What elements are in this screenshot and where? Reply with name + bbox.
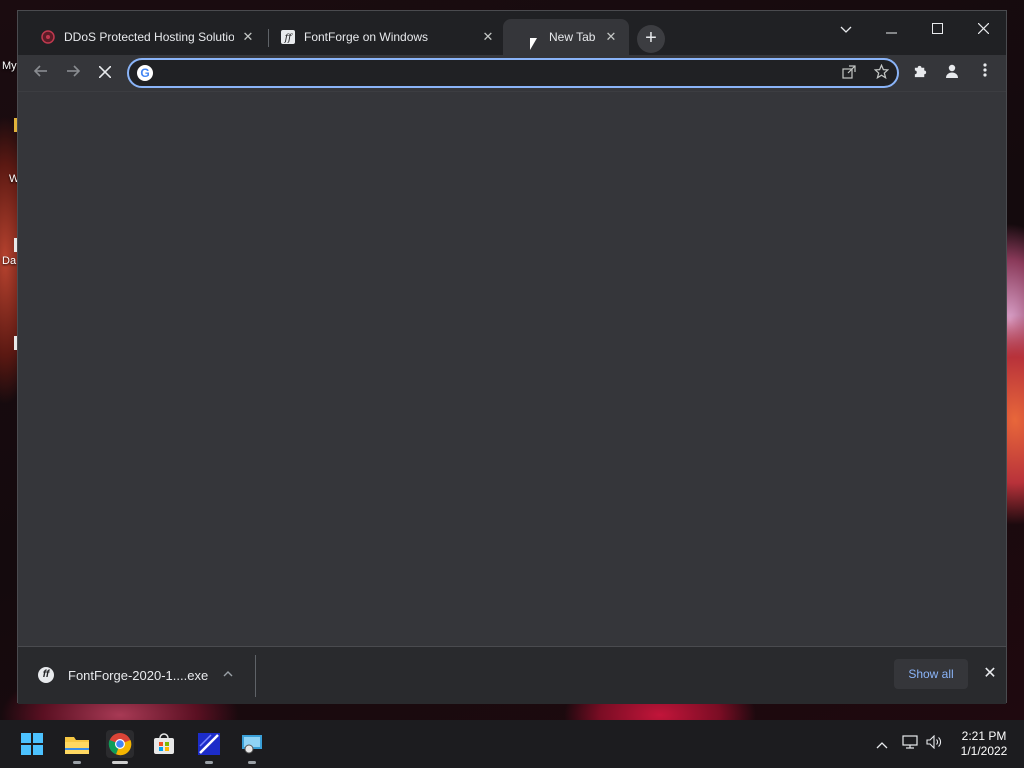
close-shelf-button[interactable]: ✕ (980, 664, 1000, 684)
download-file-name: FontForge-2020-1....exe (68, 668, 209, 683)
tab-new-tab[interactable]: New Tab ✕ (503, 19, 629, 55)
store-icon[interactable] (150, 730, 178, 758)
download-item[interactable]: ff FontForge-2020-1....exe (18, 647, 255, 705)
forward-button[interactable] (61, 61, 85, 85)
star-icon[interactable] (871, 63, 891, 84)
volume-icon[interactable] (924, 734, 944, 754)
active-indicator (112, 761, 128, 764)
address-input[interactable] (159, 63, 819, 83)
close-window-button[interactable] (968, 17, 998, 41)
chrome-icon[interactable] (106, 730, 134, 764)
running-indicator (248, 761, 256, 764)
chevron-up-icon[interactable] (872, 734, 892, 754)
google-icon: G (137, 65, 153, 81)
tab-strip: DDoS Protected Hosting Solution ✕ ff Fon… (18, 11, 1006, 55)
back-button[interactable] (29, 61, 53, 85)
fontforge-app-icon[interactable] (195, 730, 223, 764)
tab-title: DDoS Protected Hosting Solution (64, 30, 234, 44)
page-content-area (18, 91, 1006, 646)
tab-title: New Tab (549, 30, 596, 44)
tab-fontforge[interactable]: ff FontForge on Windows ✕ (270, 19, 506, 55)
tab-close-icon[interactable]: ✕ (240, 29, 256, 45)
clock-date: 1/1/2022 (960, 744, 1008, 758)
stop-loading-button[interactable] (93, 61, 117, 85)
clock-time: 2:21 PM (961, 729, 1007, 743)
tab-search-icon[interactable] (831, 17, 861, 41)
desktop-label-my[interactable]: My (2, 60, 17, 72)
minimize-button[interactable] (876, 17, 906, 41)
tab-close-icon[interactable]: ✕ (480, 29, 496, 45)
ddos-favicon-icon (40, 29, 56, 45)
running-indicator (205, 761, 213, 764)
show-all-button[interactable]: Show all (894, 659, 968, 689)
chevron-up-icon[interactable] (223, 666, 233, 680)
fontforge-file-icon: ff (38, 667, 54, 683)
mouse-cursor-icon (530, 38, 537, 50)
download-shelf: ff FontForge-2020-1....exe Show all ✕ (18, 646, 1006, 704)
network-icon[interactable] (900, 734, 920, 754)
new-tab-button[interactable]: + (637, 25, 665, 53)
download-separator (255, 655, 256, 697)
tab-title: FontForge on Windows (304, 30, 429, 44)
browser-window: DDoS Protected Hosting Solution ✕ ff Fon… (17, 10, 1007, 704)
maximize-button[interactable] (922, 17, 952, 41)
start-icon[interactable] (18, 730, 46, 758)
network-app-icon[interactable] (238, 730, 266, 764)
tab-close-icon[interactable]: ✕ (603, 29, 619, 45)
tab-ddos[interactable]: DDoS Protected Hosting Solution ✕ (30, 19, 266, 55)
profile-icon[interactable] (942, 63, 962, 83)
puzzle-icon[interactable] (910, 63, 930, 83)
system-clock[interactable]: 2:21 PM 1/1/2022 (952, 729, 1016, 759)
file-explorer-icon[interactable] (63, 730, 91, 764)
running-indicator (73, 761, 81, 764)
browser-toolbar: G (18, 55, 1006, 91)
desktop-label-da[interactable]: Da (2, 255, 16, 267)
share-icon[interactable] (839, 64, 859, 84)
fontforge-favicon-icon: ff (280, 29, 296, 45)
kebab-menu-icon[interactable] (975, 63, 995, 83)
blank-favicon-icon (513, 29, 521, 45)
tab-separator (268, 29, 269, 47)
taskbar: 2:21 PM 1/1/2022 (0, 720, 1024, 768)
address-bar[interactable]: G (127, 58, 899, 88)
